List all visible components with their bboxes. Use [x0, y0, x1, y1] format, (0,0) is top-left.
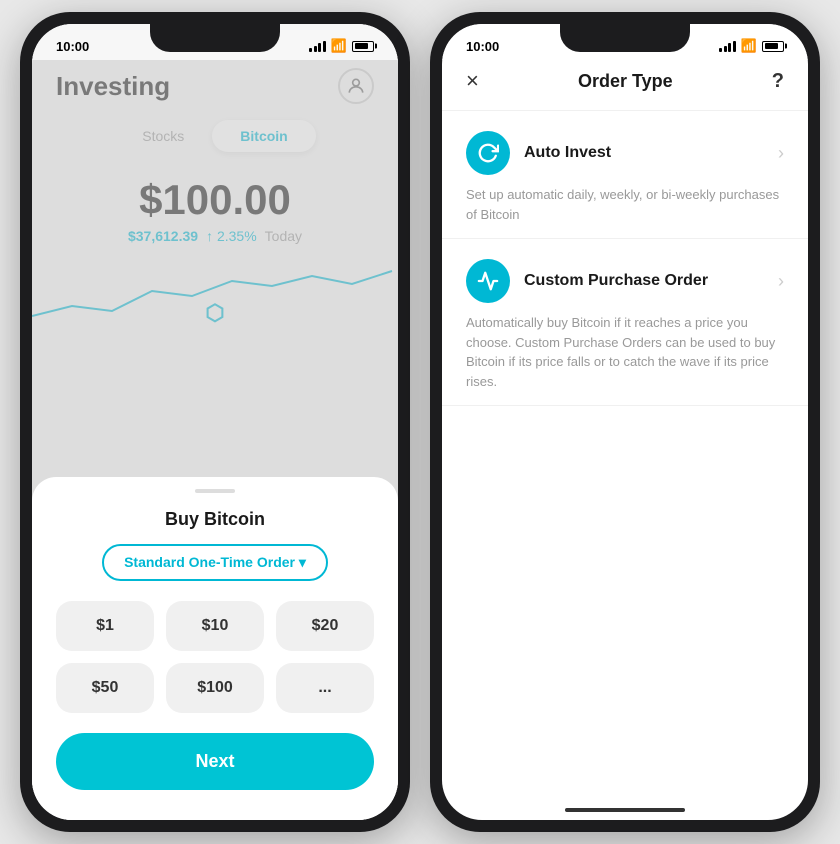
help-icon[interactable]: ?	[772, 70, 784, 93]
auto-invest-name: Auto Invest	[524, 144, 611, 162]
auto-invest-item[interactable]: Auto Invest › Set up automatic daily, we…	[442, 111, 808, 239]
amount-btn-100[interactable]: $100	[166, 663, 264, 713]
amount-grid: $1 $10 $20 $50 $100 ...	[56, 601, 374, 713]
amount-btn-1[interactable]: $1	[56, 601, 154, 651]
auto-invest-chevron: ›	[778, 143, 784, 164]
amount-btn-more[interactable]: ...	[276, 663, 374, 713]
auto-invest-left: Auto Invest	[466, 131, 611, 175]
custom-order-left: Custom Purchase Order	[466, 259, 708, 303]
wifi-icon-right: 📶	[741, 38, 757, 54]
custom-order-row: Custom Purchase Order ›	[466, 259, 784, 303]
auto-invest-desc: Set up automatic daily, weekly, or bi-we…	[466, 185, 784, 224]
auto-invest-icon	[466, 131, 510, 175]
investing-screen: 10:00 📶 Investing	[32, 24, 398, 820]
status-icons-right: 📶	[719, 38, 784, 54]
custom-order-icon	[466, 259, 510, 303]
auto-invest-row: Auto Invest ›	[466, 131, 784, 175]
custom-order-desc: Automatically buy Bitcoin if it reaches …	[466, 313, 784, 391]
notch-right	[560, 24, 690, 52]
custom-order-name: Custom Purchase Order	[524, 272, 708, 290]
battery-icon-right	[762, 41, 784, 52]
home-indicator-right	[565, 808, 685, 812]
amount-btn-10[interactable]: $10	[166, 601, 264, 651]
order-type-button[interactable]: Standard One-Time Order ▾	[102, 544, 328, 581]
order-type-screen: 10:00 📶 × Order Type	[442, 24, 808, 820]
battery-icon	[352, 41, 374, 52]
right-phone: 10:00 📶 × Order Type	[430, 12, 820, 832]
time-left: 10:00	[56, 39, 89, 54]
left-phone-screen: 10:00 📶 Investing	[32, 24, 398, 820]
custom-order-chevron: ›	[778, 271, 784, 292]
bottom-sheet: Buy Bitcoin Standard One-Time Order ▾ $1…	[32, 477, 398, 820]
right-phone-screen: 10:00 📶 × Order Type	[442, 24, 808, 820]
time-right: 10:00	[466, 39, 499, 54]
sheet-title: Buy Bitcoin	[56, 509, 374, 530]
status-icons-left: 📶	[309, 38, 374, 54]
amount-btn-50[interactable]: $50	[56, 663, 154, 713]
close-icon[interactable]: ×	[466, 68, 479, 94]
order-type-header: × Order Type ?	[442, 60, 808, 111]
sheet-handle	[195, 489, 235, 493]
custom-order-item[interactable]: Custom Purchase Order › Automatically bu…	[442, 239, 808, 406]
wifi-icon: 📶	[331, 38, 347, 54]
amount-btn-20[interactable]: $20	[276, 601, 374, 651]
order-type-header-title: Order Type	[578, 71, 673, 92]
notch	[150, 24, 280, 52]
signal-icon-right	[719, 41, 736, 52]
next-button[interactable]: Next	[56, 733, 374, 790]
left-phone: 10:00 📶 Investing	[20, 12, 410, 832]
signal-icon	[309, 41, 326, 52]
